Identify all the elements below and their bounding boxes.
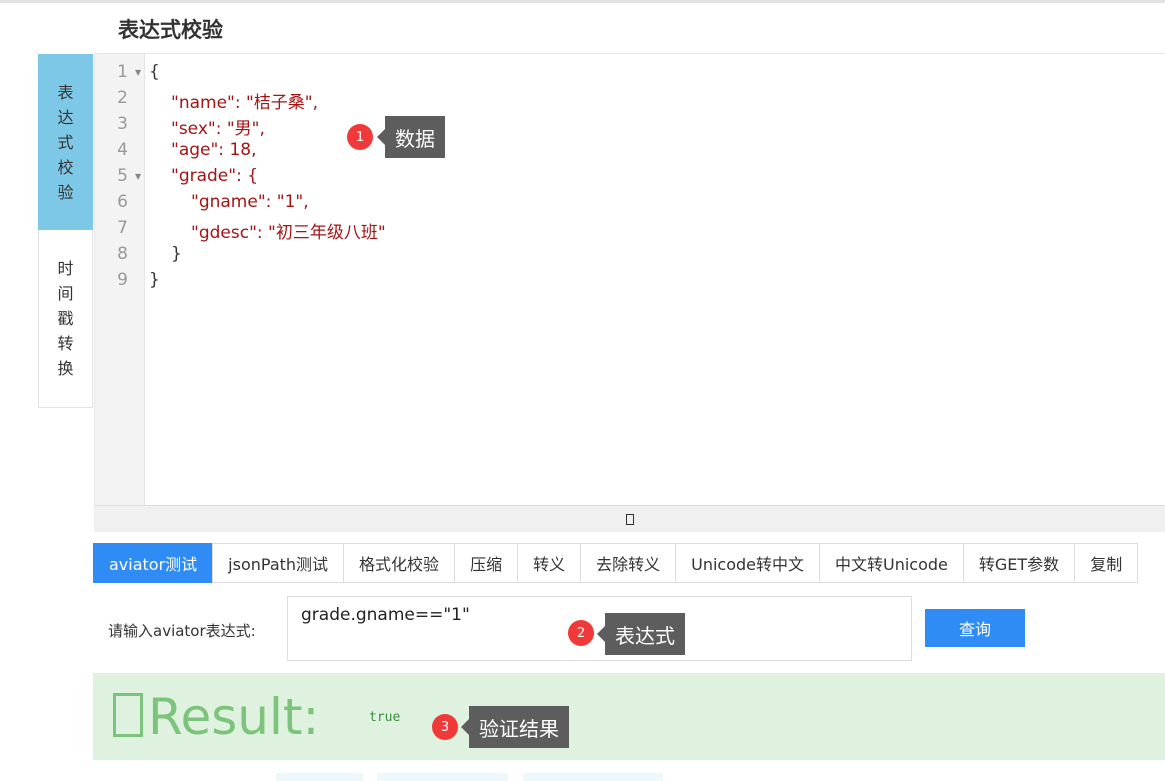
bottom-button-stub[interactable] [377,773,508,781]
expression-label: 请输入aviator表达式: [108,622,256,640]
page-title: 表达式校验 [118,18,223,42]
toolbar: aviator测试 jsonPath测试 格式化校验 压缩 转义 去除转义 Un… [93,543,1139,583]
code-line: "age": 18, [171,140,257,160]
json-editor[interactable]: 1 2 3 4 5 6 7 8 9 ▼ ▼ { "name": "桔子桑", "… [94,54,1165,505]
escape-button[interactable]: 转义 [517,543,582,583]
sidebar-tab-timestamp-convert[interactable]: 时间戳转换 [38,230,93,408]
fold-toggle-icon[interactable]: ▼ [135,68,141,77]
line-number: 8 [117,244,128,264]
code-line: "grade": { [171,166,259,186]
line-number: 9 [117,270,128,290]
code-line: } [171,244,182,264]
code-line: } [149,270,160,290]
to-get-params-button[interactable]: 转GET参数 [962,543,1076,583]
chinese-to-unicode-button[interactable]: 中文转Unicode [819,543,964,583]
top-border [0,0,1165,3]
annotation-callout-expression: 表达式 [597,613,685,655]
annotation-callout-data: 数据 [377,116,445,158]
line-number: 7 [117,218,128,238]
code-line: "name": "桔子桑", [171,93,319,113]
bottom-button-stub[interactable] [523,773,663,781]
line-number: 6 [117,192,128,212]
unicode-to-chinese-button[interactable]: Unicode转中文 [675,543,820,583]
line-number: 1 [117,62,128,82]
annotation-badge: 2 [568,620,594,646]
query-button[interactable]: 查询 [925,609,1025,647]
bottom-button-stub[interactable] [276,773,363,781]
code-line: "gdesc": "初三年级八班" [191,223,386,243]
aviator-test-button[interactable]: aviator测试 [93,543,214,583]
line-number: 3 [117,114,128,134]
result-icon [113,693,143,737]
editor-resize-bar[interactable] [94,505,1165,532]
format-check-button[interactable]: 格式化校验 [343,543,456,583]
line-number: 2 [117,88,128,108]
annotation-badge: 1 [347,124,373,150]
unescape-button[interactable]: 去除转义 [580,543,677,583]
result-value: true [369,710,401,725]
line-number: 4 [117,140,128,160]
sidebar-tab-expression-check[interactable]: 表达式校验 [38,54,93,230]
result-panel: Result: true 3 验证结果 [93,673,1165,760]
annotation-badge: 3 [432,714,458,740]
result-label: Result: [148,688,320,746]
editor-gutter: 1 2 3 4 5 6 7 8 9 ▼ ▼ [95,54,145,505]
code-line: "sex": "男", [171,119,265,139]
line-number: 5 [117,166,128,186]
copy-button[interactable]: 复制 [1074,543,1139,583]
sidebar-tab-label: 时间戳转换 [57,259,74,378]
compress-button[interactable]: 压缩 [454,543,519,583]
code-line: "gname": "1", [191,192,309,212]
annotation-callout-result: 验证结果 [461,706,569,748]
code-line: { [149,62,160,82]
jsonpath-test-button[interactable]: jsonPath测试 [212,543,345,583]
resize-handle-icon[interactable] [625,513,634,525]
fold-toggle-icon[interactable]: ▼ [135,172,141,181]
sidebar-tab-label: 表达式校验 [57,82,74,202]
